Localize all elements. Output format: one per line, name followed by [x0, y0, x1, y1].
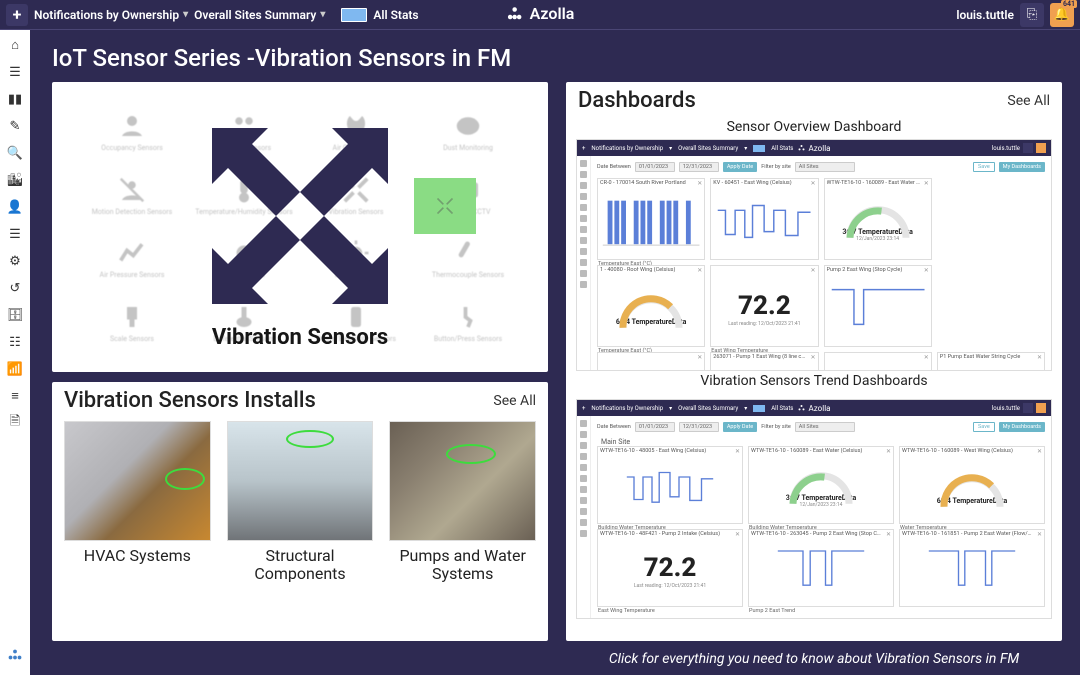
- content: IoT Sensor Series -Vibration Sensors in …: [30, 30, 1080, 675]
- dash-tile: WTW-TE16-10 - 161851 - Pump 2 East Water…: [899, 529, 1045, 607]
- brand-label: Azolla: [530, 4, 575, 23]
- sidebar: ⌂ ☰ ▮▮ ✎ 🔍 🏙 👤 ☰ ⚙ ↺ 🗄 ☷ 📶 ≡ 🗎: [0, 30, 30, 675]
- dash-tile: CR-0 - 170014 South River Portland✕ Temp…: [597, 178, 705, 260]
- layers-icon[interactable]: ☷: [6, 333, 24, 351]
- sensor-cell: Thermocouple Sensors: [412, 227, 524, 291]
- hero-card: Occupancy Sensors Location Sensors Air Q…: [52, 82, 548, 372]
- sliders-icon[interactable]: ≡: [6, 387, 24, 405]
- hero-label: Vibration Sensors: [212, 325, 388, 350]
- dash-tile: WTW-TE16-10 - 160089 - East Water (Celsi…: [824, 178, 932, 260]
- sensor-cell: Air Pressure Sensors: [76, 227, 188, 291]
- list-icon[interactable]: ☰: [6, 63, 24, 81]
- logout-icon[interactable]: ⎘: [1020, 3, 1044, 27]
- footer-note: Click for everything you need to know ab…: [566, 651, 1062, 667]
- dash-tile: WTW-TE16-10 - 160089 - East Water (Celsi…: [748, 446, 894, 524]
- apps-icon[interactable]: [6, 647, 24, 665]
- chevron-down-icon: ▾: [183, 9, 188, 20]
- brand[interactable]: Azolla: [506, 4, 575, 23]
- expand-arrows-icon: [200, 116, 400, 316]
- pencil-icon[interactable]: ✎: [6, 117, 24, 135]
- installs-card: Vibration Sensors Installs See All HVAC …: [52, 382, 548, 641]
- list2-icon[interactable]: ☰: [6, 225, 24, 243]
- dash-preview-overview[interactable]: + Notifications by Ownership▾ Overall Si…: [576, 139, 1052, 371]
- crumb-notifications-label: Notifications by Ownership: [34, 8, 179, 22]
- install-item-hvac[interactable]: HVAC Systems: [64, 421, 211, 584]
- notification-badge: 641: [1061, 0, 1077, 8]
- allstats-swatch: [341, 8, 367, 22]
- allstats-chip[interactable]: All Stats: [341, 8, 418, 22]
- dash-tile: ✕ 72.2Last reading: 12/Oct/2023 21:41 Ea…: [710, 265, 818, 347]
- search-icon[interactable]: 🔍: [6, 144, 24, 162]
- install-image: [227, 421, 374, 541]
- install-item-structural[interactable]: Structural Components: [227, 421, 374, 584]
- dash-caption-1: Sensor Overview Dashboard: [566, 119, 1062, 135]
- installs-see-all[interactable]: See All: [493, 393, 536, 409]
- wifi-icon[interactable]: 📶: [6, 360, 24, 378]
- dash-tile: WTW-TE16-10 - 48F421 - Pump 2 Intake (Ce…: [597, 529, 743, 607]
- home-icon[interactable]: ⌂: [6, 36, 24, 54]
- install-image: [64, 421, 211, 541]
- install-label: Structural Components: [227, 547, 374, 584]
- installs-title: Vibration Sensors Installs See All: [52, 382, 548, 417]
- sensor-cell: Dust Monitoring: [412, 100, 524, 164]
- sensor-cell: Button/Press Sensors: [412, 291, 524, 355]
- notification-bell-icon[interactable]: 🔔641: [1050, 3, 1074, 27]
- dashboards-see-all[interactable]: See All: [1007, 93, 1050, 109]
- sensor-cell: Occupancy Sensors: [76, 100, 188, 164]
- crumb-sites-summary-label: Overall Sites Summary: [194, 8, 316, 22]
- dashboards-card: Dashboards See All Sensor Overview Dashb…: [566, 82, 1062, 641]
- install-image: [389, 421, 536, 541]
- dash-tile: KV - 60451 - East Wing (Celsius)✕: [710, 178, 818, 260]
- allstats-label: All Stats: [373, 8, 418, 22]
- brand-logo-icon: [506, 5, 524, 23]
- gear-icon[interactable]: ⚙: [6, 252, 24, 270]
- user-icon[interactable]: 👤: [6, 198, 24, 216]
- username[interactable]: louis.tuttle: [956, 8, 1014, 22]
- topbar: + Notifications by Ownership ▾ Overall S…: [0, 0, 1080, 30]
- hero-highlight-box: [414, 178, 476, 234]
- chevron-down-icon: ▾: [320, 9, 325, 20]
- add-button[interactable]: +: [6, 4, 28, 26]
- chart-icon[interactable]: ▮▮: [6, 90, 24, 108]
- page-title: IoT Sensor Series -Vibration Sensors in …: [52, 44, 1062, 72]
- crumb-notifications[interactable]: Notifications by Ownership ▾: [34, 8, 188, 22]
- dash-caption-2: Vibration Sensors Trend Dashboards: [566, 373, 1062, 389]
- history-icon[interactable]: ↺: [6, 279, 24, 297]
- install-label: Pumps and Water Systems: [389, 547, 536, 584]
- city-icon[interactable]: 🏙: [6, 171, 24, 189]
- dash-tile: Pump 2 East Wing (Stop Cycle)✕: [824, 265, 932, 347]
- sensor-cell: Motion Detection Sensors: [76, 164, 188, 228]
- database-icon[interactable]: 🗄: [6, 306, 24, 324]
- install-label: HVAC Systems: [84, 547, 191, 565]
- document-icon[interactable]: 🗎: [6, 414, 24, 432]
- dash-tile: WTW-TE16-10 - 48005 - East Wing (Celsius…: [597, 446, 743, 524]
- dash-tile: WTW-TE16-10 - 263045 - Pump 2 East Wing …: [748, 529, 894, 607]
- dash-tile: 1 - 40080 - Roof Wing (Celsius)✕ 60.4 Te…: [597, 265, 705, 347]
- crumb-sites-summary[interactable]: Overall Sites Summary ▾: [194, 8, 325, 22]
- dashboards-title: Dashboards See All: [566, 82, 1062, 117]
- sensor-cell: Scale Sensors: [76, 291, 188, 355]
- dash-tile: WTW-TE16-10 - 160089 - West Wing (Celsiu…: [899, 446, 1045, 524]
- install-item-pumps[interactable]: Pumps and Water Systems: [389, 421, 536, 584]
- dash-preview-trend[interactable]: + Notifications by Ownership▾ Overall Si…: [576, 399, 1052, 619]
